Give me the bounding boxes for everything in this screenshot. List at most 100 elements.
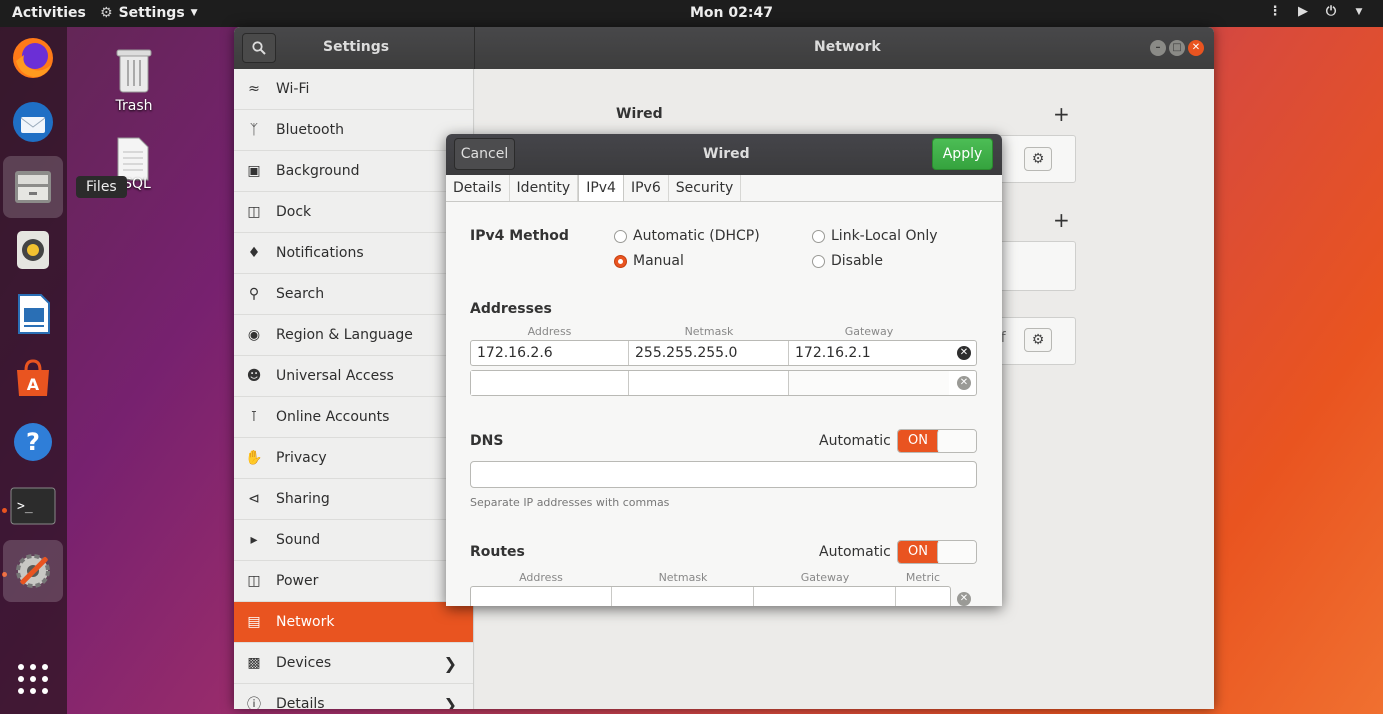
route-gateway-input[interactable] [754, 587, 896, 606]
proxy-settings-button[interactable]: ⚙ [1024, 328, 1052, 352]
sidebar-item-search[interactable]: ⚲ Search [234, 274, 473, 315]
tab-details[interactable]: Details [446, 175, 510, 201]
delete-route-button[interactable]: ✕ [957, 592, 971, 606]
routes-automatic-switch[interactable]: ON [897, 540, 977, 564]
bell-icon: ♦ [247, 245, 261, 261]
sidebar-item-devices[interactable]: ▩ Devices ❯ [234, 643, 473, 684]
radio-label: Disable [831, 253, 883, 269]
camera-icon: ◉ [247, 327, 261, 343]
bluetooth-icon: ᛉ [249, 122, 259, 138]
thunderbird-icon[interactable] [9, 98, 57, 146]
software-center-icon[interactable]: A [9, 354, 57, 402]
radio-circle [614, 229, 627, 243]
help-icon[interactable]: ? [9, 418, 57, 466]
add-vpn-button[interactable]: + [1053, 208, 1070, 232]
add-wired-button[interactable]: + [1053, 102, 1070, 126]
sidebar-item-power[interactable]: ◫ Power [234, 561, 473, 602]
header-bar: Settings Network – □ ✕ [234, 27, 1214, 69]
route-metric-input[interactable] [896, 587, 950, 606]
sidebar-item-label: Wi-Fi [276, 81, 310, 97]
show-applications-icon[interactable] [9, 655, 57, 703]
route-address-input[interactable] [471, 587, 612, 606]
app-menu-label: Settings [118, 5, 185, 21]
sidebar-item-label: Network [276, 614, 335, 630]
sidebar-item-label: Dock [276, 204, 312, 220]
rhythmbox-icon[interactable] [9, 226, 57, 274]
sidebar-item-sharing[interactable]: ⊲ Sharing [234, 479, 473, 520]
search-button[interactable] [242, 33, 276, 63]
sidebar-item-bluetooth[interactable]: ᛉ Bluetooth [234, 110, 473, 151]
svg-text:?: ? [26, 428, 40, 456]
sidebar-item-notifications[interactable]: ♦ Notifications [234, 233, 473, 274]
radio-label: Manual [633, 253, 684, 269]
dock: A ? >_ [0, 27, 67, 714]
speaker-icon: ▸ [250, 532, 258, 548]
sidebar-item-privacy[interactable]: ✋ Privacy [234, 438, 473, 479]
firefox-icon[interactable] [9, 34, 57, 82]
maximize-button[interactable]: □ [1169, 40, 1185, 56]
delete-address-button[interactable]: ✕ [957, 376, 971, 390]
clock[interactable]: Mon 02:47 [690, 5, 773, 21]
sidebar-item-online-accounts[interactable]: ⊺ Online Accounts [234, 397, 473, 438]
files-icon[interactable] [3, 156, 63, 218]
top-bar: Activities ⚙ Settings ▼ Mon 02:47 ⋮ ▶ ⏻ … [0, 0, 1383, 27]
gear-icon: ⚙ [1031, 151, 1045, 167]
tab-ipv4[interactable]: IPv4 [578, 175, 624, 201]
tab-identity[interactable]: Identity [510, 175, 579, 201]
delete-address-button[interactable]: ✕ [957, 346, 971, 360]
wifi-icon: ≈ [248, 81, 260, 97]
gateway-input[interactable] [789, 371, 949, 395]
netmask-input[interactable] [629, 371, 789, 395]
dialog-title: Wired [703, 146, 750, 162]
online-accounts-icon: ⊺ [250, 409, 258, 425]
gateway-input[interactable]: 172.16.2.1 [789, 341, 949, 365]
netmask-input[interactable]: 255.255.255.0 [629, 341, 789, 365]
sidebar-item-universal-access[interactable]: ☻ Universal Access [234, 356, 473, 397]
window-controls: – □ ✕ [1150, 40, 1204, 56]
writer-icon[interactable] [9, 290, 57, 338]
address-row: 172.16.2.6 255.255.255.0 172.16.2.1 [470, 340, 977, 366]
wired-settings-button[interactable]: ⚙ [1024, 147, 1052, 171]
chevron-right-icon: ❯ [443, 695, 457, 709]
dns-automatic-switch[interactable]: ON [897, 429, 977, 453]
sidebar-item-region-language[interactable]: ◉ Region & Language [234, 315, 473, 356]
sidebar-title: Settings [323, 39, 390, 55]
method-automatic-radio[interactable]: Automatic (DHCP) [614, 228, 760, 244]
sidebar-item-background[interactable]: ▣ Background [234, 151, 473, 192]
sidebar-item-wifi[interactable]: ≈ Wi-Fi [234, 69, 473, 110]
apply-button[interactable]: Apply [932, 138, 993, 170]
terminal-icon[interactable]: >_ [9, 482, 57, 530]
trash-desktop-icon[interactable]: Trash [104, 46, 164, 114]
sidebar-item-label: Details [276, 696, 325, 709]
method-disable-radio[interactable]: Disable [812, 253, 883, 269]
share-icon: ⊲ [248, 491, 260, 507]
ipv4-method-label: IPv4 Method [470, 228, 569, 244]
settings-icon[interactable] [3, 540, 63, 602]
activities-button[interactable]: Activities [12, 5, 86, 21]
chevron-down-icon: ▼ [1355, 7, 1363, 17]
sidebar-item-sound[interactable]: ▸ Sound [234, 520, 473, 561]
network-icon: ⋮ [1268, 4, 1282, 19]
radio-circle [812, 254, 825, 268]
method-link-local-radio[interactable]: Link-Local Only [812, 228, 938, 244]
method-manual-radio[interactable]: Manual [614, 253, 684, 269]
route-netmask-input[interactable] [612, 587, 754, 606]
search-icon: ⚲ [248, 286, 260, 302]
dns-servers-input[interactable] [470, 461, 977, 488]
system-tray[interactable]: ⋮ ▶ ⏻ ▼ [1267, 4, 1367, 20]
address-input[interactable]: 172.16.2.6 [471, 341, 629, 365]
sidebar-item-dock[interactable]: ◫ Dock [234, 192, 473, 233]
sidebar-item-network[interactable]: ▤ Network [234, 602, 473, 643]
wired-heading: Wired [616, 106, 663, 122]
close-button[interactable]: ✕ [1188, 40, 1204, 56]
tab-ipv6[interactable]: IPv6 [624, 175, 669, 201]
minimize-button[interactable]: – [1150, 40, 1166, 56]
app-menu[interactable]: ⚙ Settings ▼ [100, 5, 198, 21]
header-divider [474, 27, 475, 69]
addresses-heading: Addresses [470, 301, 552, 317]
tab-security[interactable]: Security [669, 175, 742, 201]
address-input[interactable] [471, 371, 629, 395]
sidebar-item-details[interactable]: ⓘ Details ❯ [234, 684, 473, 709]
cancel-button[interactable]: Cancel [454, 138, 515, 170]
files-tooltip: Files [76, 176, 127, 198]
